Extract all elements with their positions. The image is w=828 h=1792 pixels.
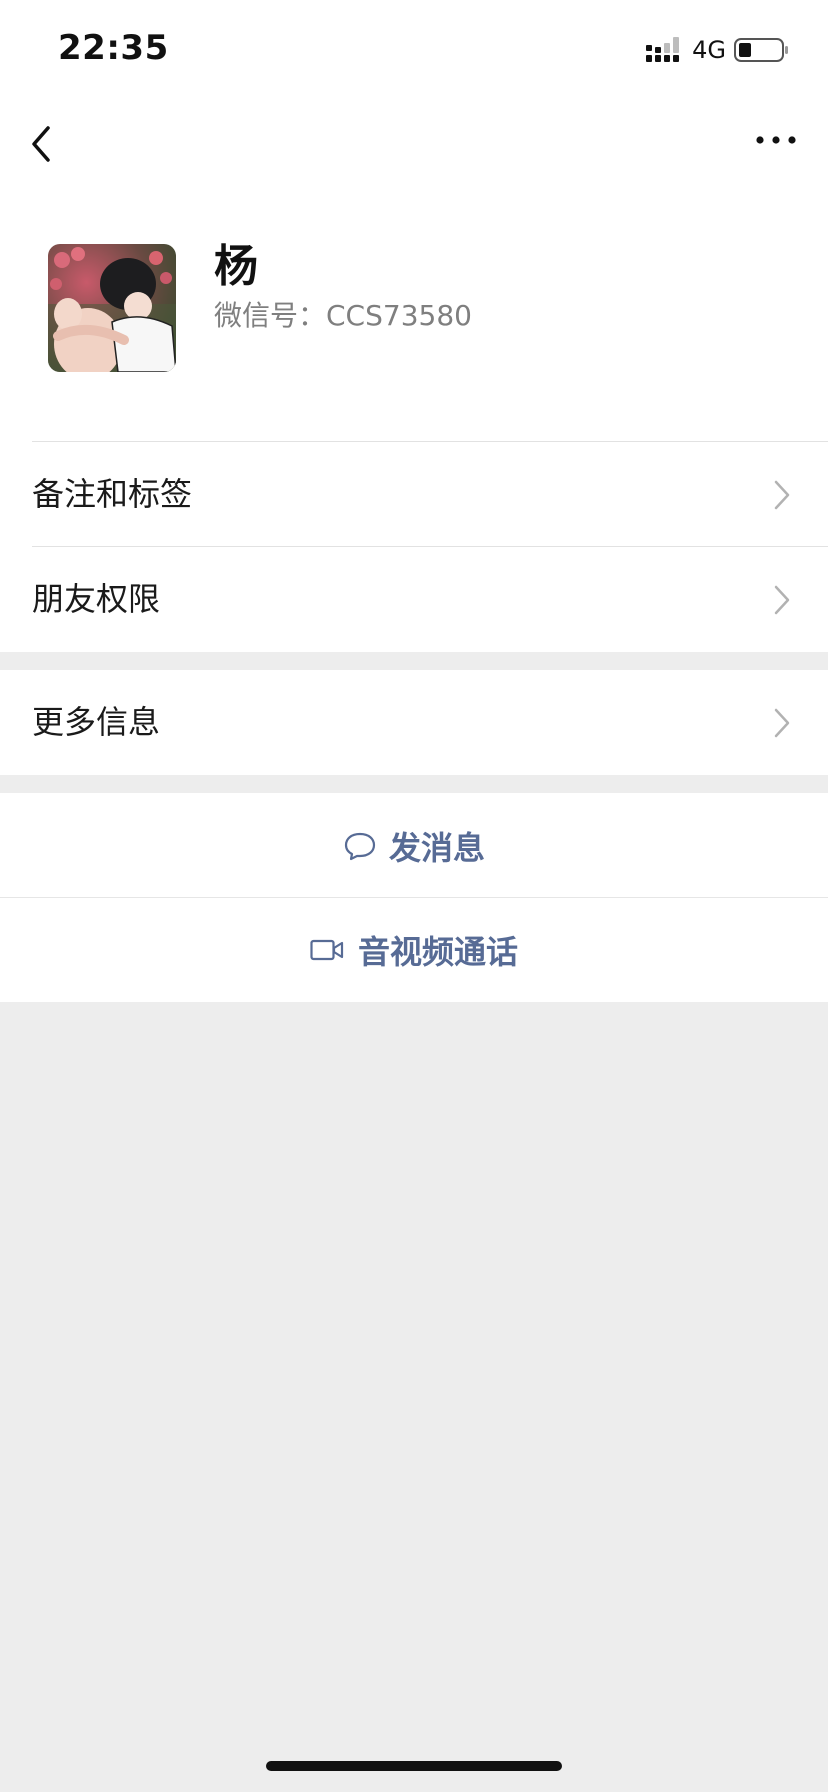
send-message-button[interactable]: 发消息 [0,793,828,898]
menu-item-remarks-tags[interactable]: 备注和标签 [0,442,828,547]
send-message-label: 发消息 [388,828,485,867]
wechat-id: 微信号：CCS73580 [214,299,472,332]
profile-name: 杨 [214,241,258,292]
chevron-right-icon [774,480,790,510]
chevron-right-icon [774,585,790,615]
menu-item-friend-permissions[interactable]: 朋友权限 [0,547,828,652]
chevron-right-icon [774,708,790,738]
status-time: 22:35 [58,28,169,68]
avatar-illustration [48,244,176,372]
menu-item-label: 朋友权限 [32,580,161,618]
home-indicator[interactable] [266,1761,562,1771]
video-camera-icon [310,939,344,961]
av-call-button[interactable]: 音视频通话 [0,898,828,1002]
menu-item-more-info[interactable]: 更多信息 [0,670,828,775]
chat-bubble-icon [344,832,376,860]
battery-icon [734,38,788,62]
network-type: 4G [692,36,726,64]
av-call-label: 音视频通话 [357,933,518,971]
signal-icon [646,37,680,62]
more-dots-icon[interactable] [748,118,804,170]
status-indicators: 4G [646,34,790,66]
chevron-left-icon[interactable] [22,116,70,172]
nav-bar [0,100,828,188]
avatar[interactable] [48,244,176,372]
status-bar: 22:35 4G [0,0,828,100]
menu-item-label: 备注和标签 [32,475,193,513]
profile-header: 杨 微信号：CCS73580 [0,188,828,442]
menu-item-label: 更多信息 [32,703,161,741]
